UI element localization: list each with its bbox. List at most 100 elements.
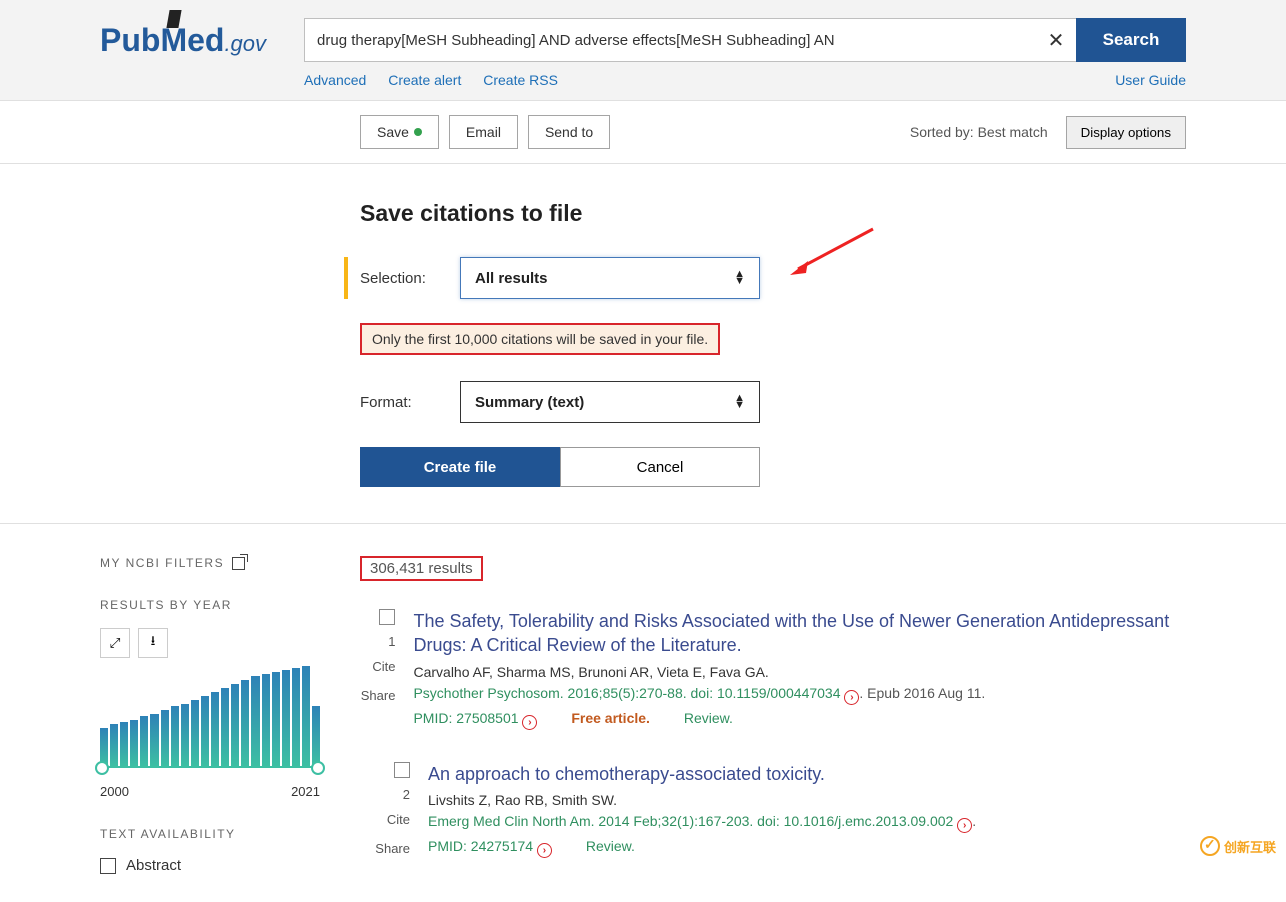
- slider-start-handle[interactable]: [95, 761, 109, 775]
- hist-bar: [282, 670, 290, 766]
- hist-bar: [292, 668, 300, 766]
- dropdown-arrows-icon: ▲▼: [734, 271, 745, 285]
- format-label: Format:: [360, 394, 432, 411]
- result-pmid: PMID: 24275174 ›: [428, 838, 552, 854]
- result-title-link[interactable]: An approach to chemotherapy-associated t…: [428, 762, 976, 786]
- selection-label: Selection:: [360, 270, 432, 287]
- hist-bar: [231, 684, 239, 766]
- display-options-button[interactable]: Display options: [1066, 116, 1186, 149]
- free-article-badge: Free article.: [571, 710, 650, 726]
- slider-track: [100, 766, 320, 768]
- download-chart-button[interactable]: ⭳: [138, 628, 168, 658]
- sorted-by-label: Sorted by: Best match: [910, 124, 1048, 140]
- year-start-label: 2000: [100, 784, 129, 799]
- watermark-label: 创新互联: [1224, 837, 1276, 856]
- create-alert-link[interactable]: Create alert: [388, 72, 461, 88]
- pmid-icon[interactable]: ›: [522, 715, 537, 730]
- save-label: Save: [377, 124, 409, 140]
- hist-bar: [241, 680, 249, 766]
- email-button[interactable]: Email: [449, 115, 518, 149]
- share-button[interactable]: Share: [360, 841, 410, 856]
- share-button[interactable]: Share: [360, 688, 395, 703]
- expand-chart-button[interactable]: ⤢: [100, 628, 130, 658]
- external-link-icon: [232, 557, 245, 570]
- hist-bar: [262, 674, 270, 766]
- pmid-icon[interactable]: ›: [537, 843, 552, 858]
- hist-bar: [130, 720, 138, 766]
- doi-icon[interactable]: ›: [957, 818, 972, 833]
- result-citation: Psychother Psychosom. 2016;85(5):270-88.…: [413, 685, 1186, 705]
- format-value: Summary (text): [475, 394, 584, 411]
- hist-bar: [251, 676, 259, 766]
- hist-bar: [181, 704, 189, 766]
- hist-bar: [150, 714, 158, 766]
- pubmed-logo[interactable]: PubMed.gov: [100, 18, 266, 59]
- search-input[interactable]: [304, 18, 1036, 62]
- abstract-label: Abstract: [126, 857, 181, 874]
- save-panel-title: Save citations to file: [360, 200, 1186, 227]
- dropdown-arrows-icon: ▲▼: [734, 395, 745, 409]
- logo-ed: ed: [187, 22, 224, 59]
- hist-bar: [272, 672, 280, 766]
- result-citation: Emerg Med Clin North Am. 2014 Feb;32(1):…: [428, 813, 976, 833]
- cite-button[interactable]: Cite: [360, 659, 395, 674]
- warning-box: Only the first 10,000 citations will be …: [360, 323, 720, 355]
- results-by-year-heading: RESULTS BY YEAR: [100, 598, 320, 612]
- sendto-button[interactable]: Send to: [528, 115, 610, 149]
- advanced-link[interactable]: Advanced: [304, 72, 366, 88]
- hist-bar: [110, 724, 118, 766]
- hist-bar: [312, 706, 320, 766]
- hist-bar: [161, 710, 169, 766]
- hist-bar: [191, 700, 199, 766]
- ncbi-filters-label: MY NCBI FILTERS: [100, 556, 224, 570]
- hist-bar: [201, 696, 209, 766]
- hist-bar: [302, 666, 310, 766]
- logo-pub: Pub: [100, 22, 160, 59]
- result-number: 1: [360, 634, 395, 649]
- result-row: 1 Cite Share The Safety, Tolerability an…: [360, 609, 1186, 730]
- logo-m: M: [160, 22, 187, 59]
- year-histogram[interactable]: [100, 666, 320, 784]
- cite-button[interactable]: Cite: [360, 812, 410, 827]
- cancel-button[interactable]: Cancel: [560, 447, 760, 487]
- ncbi-filters-heading[interactable]: MY NCBI FILTERS: [100, 556, 320, 570]
- hist-bar: [120, 722, 128, 766]
- result-row: 2 Cite Share An approach to chemotherapy…: [360, 762, 1186, 870]
- result-authors: Carvalho AF, Sharma MS, Brunoni AR, Viet…: [413, 664, 1186, 680]
- clear-search-icon[interactable]: ✕: [1036, 18, 1076, 62]
- watermark: 创新互联: [1200, 836, 1276, 856]
- results-count: 306,431 results: [360, 556, 483, 581]
- expand-icon: ⤢: [110, 635, 121, 651]
- format-dropdown[interactable]: Summary (text) ▲▼: [460, 381, 760, 423]
- result-authors: Livshits Z, Rao RB, Smith SW.: [428, 792, 976, 808]
- hist-bar: [171, 706, 179, 766]
- logo-gov: .gov: [224, 31, 266, 57]
- create-rss-link[interactable]: Create RSS: [483, 72, 558, 88]
- select-result-checkbox[interactable]: [379, 609, 395, 625]
- download-icon: ⭳: [151, 632, 156, 654]
- selection-dropdown[interactable]: All results ▲▼: [460, 257, 760, 299]
- watermark-icon: [1200, 836, 1220, 856]
- slider-end-handle[interactable]: [311, 761, 325, 775]
- select-result-checkbox[interactable]: [394, 762, 410, 778]
- hist-bar: [211, 692, 219, 766]
- result-number: 2: [360, 787, 410, 802]
- annotation-arrow-icon: [788, 227, 878, 277]
- hist-bar: [140, 716, 148, 766]
- doi-icon[interactable]: ›: [844, 690, 859, 705]
- filter-abstract[interactable]: Abstract: [100, 857, 320, 874]
- save-button[interactable]: Save: [360, 115, 439, 149]
- search-button[interactable]: Search: [1076, 18, 1186, 62]
- selection-value: All results: [475, 270, 548, 287]
- result-pmid: PMID: 27508501 ›: [413, 710, 537, 726]
- review-badge: Review.: [684, 710, 733, 726]
- text-availability-heading: TEXT AVAILABILITY: [100, 827, 320, 841]
- year-end-label: 2021: [291, 784, 320, 799]
- save-dot-icon: [414, 128, 422, 136]
- result-title-link[interactable]: The Safety, Tolerability and Risks Assoc…: [413, 609, 1186, 658]
- hist-bar: [221, 688, 229, 766]
- user-guide-link[interactable]: User Guide: [1115, 72, 1186, 88]
- review-badge: Review.: [586, 838, 635, 854]
- checkbox-icon[interactable]: [100, 858, 116, 874]
- create-file-button[interactable]: Create file: [360, 447, 560, 487]
